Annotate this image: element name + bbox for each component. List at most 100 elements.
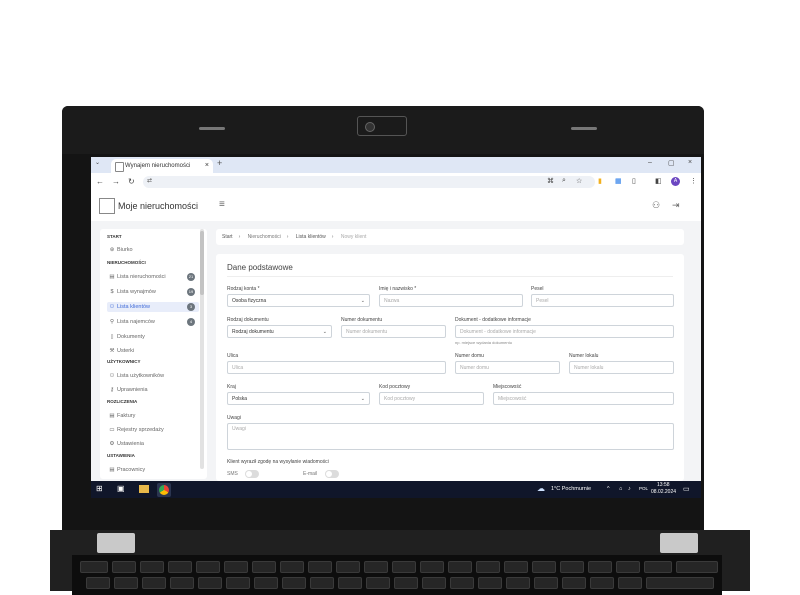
key: [364, 561, 388, 573]
breadcrumb-item[interactable]: Lista klientów: [296, 234, 326, 240]
key: [170, 577, 194, 589]
city-input[interactable]: Miejscowość: [493, 392, 674, 405]
translate-icon[interactable]: ⌘: [547, 177, 554, 185]
sidebar-item-ustawienia[interactable]: ⚙ Ustawienia: [107, 439, 199, 449]
key: [450, 577, 474, 589]
language-indicator[interactable]: POL: [639, 486, 648, 491]
new-tab-button[interactable]: +: [217, 158, 222, 168]
user-account-icon[interactable]: ⚇: [652, 200, 660, 211]
sms-toggle[interactable]: [245, 470, 259, 478]
tray-chevron-icon[interactable]: ^: [607, 486, 610, 492]
key: [142, 577, 166, 589]
sidebar-item-lista-wynajmow[interactable]: $ Lista wynajmów 19: [107, 287, 199, 297]
key: [224, 561, 248, 573]
sidebar-scrollbar-thumb[interactable]: [200, 231, 204, 295]
extension-icon[interactable]: ▮: [598, 177, 602, 185]
extension-icon[interactable]: ▦: [615, 177, 622, 185]
reload-icon[interactable]: ↻: [128, 177, 135, 186]
notes-textarea[interactable]: Uwagi: [227, 423, 674, 450]
latch-left: [199, 127, 225, 130]
user-list-icon: ⚇: [109, 373, 115, 379]
account-type-select[interactable]: Osoba fizyczna ⌄: [227, 294, 370, 307]
tab-close-icon[interactable]: ×: [205, 159, 209, 173]
sidebar-item-dokumenty[interactable]: ▯ Dokumenty: [107, 332, 199, 342]
postcode-input[interactable]: Kod pocztowy: [379, 392, 484, 405]
sidebar-item-usterki[interactable]: ⚒ Usterki: [107, 346, 199, 356]
key: [618, 577, 642, 589]
key: [394, 577, 418, 589]
country-select[interactable]: Polska ⌄: [227, 392, 370, 405]
profile-avatar[interactable]: A: [671, 177, 680, 186]
forward-icon[interactable]: →: [112, 177, 120, 186]
menu-kebab-icon[interactable]: ⋮: [690, 177, 697, 185]
taskbar-active-app[interactable]: [157, 483, 171, 497]
sidebar-item-faktury[interactable]: ▤ Faktury: [107, 411, 199, 421]
close-window-button[interactable]: ×: [688, 159, 692, 166]
volume-icon[interactable]: ♪: [628, 486, 631, 492]
windows-start-icon[interactable]: ⊞: [96, 484, 103, 493]
key: [140, 561, 164, 573]
taskbar: ⊞ ▣ ☁ 1°C Pochmurnie ^ ⌂ ♪ POL 13:58 08.…: [91, 481, 701, 498]
key: [504, 561, 528, 573]
site-info-icon[interactable]: ⇄: [147, 177, 152, 184]
sidebar-item-label: Ustawienia: [117, 441, 144, 447]
zoom-icon[interactable]: ⌕: [562, 177, 566, 185]
sidebar-item-lista-nieruchomosci[interactable]: ▤ Lista nieruchomości 21: [107, 272, 199, 282]
logout-icon[interactable]: ⇥: [672, 200, 680, 211]
breadcrumb-sep: ›: [286, 234, 289, 240]
invoice-icon: ▤: [109, 413, 115, 419]
key: [366, 577, 390, 589]
users-icon: ⚇: [109, 304, 115, 310]
key: [420, 561, 444, 573]
sidepanel-icon[interactable]: ◧: [655, 177, 662, 185]
name-input[interactable]: Nazwa: [379, 294, 523, 307]
sidebar-item-lista-klientow[interactable]: ⚇ Lista klientów 3: [107, 302, 199, 312]
house-no-input[interactable]: Numer domu: [455, 361, 560, 374]
tab-title: Wynajem nieruchomości: [125, 163, 191, 169]
doc-info-input[interactable]: Dokument - dodatkowe informacje: [455, 325, 674, 338]
weather-text[interactable]: 1°C Pochmurnie: [551, 486, 591, 492]
bookmark-star-icon[interactable]: ☆: [576, 177, 582, 185]
address-bar: ← → ↻ ⇄ ⌘ ⌕ ☆ ▮ ▦ ▯ ◧ A ⋮: [91, 173, 701, 192]
street-label: Ulica: [227, 353, 239, 359]
clock-date[interactable]: 08.02.2024: [651, 489, 676, 495]
sidebar-item-lista-najemcow[interactable]: ⚲ Lista najemców 4: [107, 317, 199, 327]
sidebar-section-title: USTAWIENIA: [107, 453, 135, 458]
key: [114, 577, 138, 589]
email-toggle[interactable]: [325, 470, 339, 478]
extensions-puzzle-icon[interactable]: ▯: [632, 177, 636, 185]
breadcrumb-item[interactable]: Start: [222, 234, 233, 240]
wrench-icon: ⚒: [109, 348, 115, 354]
street-input[interactable]: Ulica: [227, 361, 446, 374]
tab-search-icon[interactable]: ⌄: [95, 159, 100, 166]
doc-type-select[interactable]: Rodzaj dokumentu ⌄: [227, 325, 332, 338]
doc-number-input[interactable]: Numer dokumentu: [341, 325, 446, 338]
breadcrumb-item[interactable]: Nieruchomości: [248, 234, 281, 240]
back-icon[interactable]: ←: [96, 177, 104, 186]
key: [86, 577, 110, 589]
maximize-button[interactable]: ▢: [668, 159, 675, 167]
pesel-input[interactable]: Pesel: [531, 294, 674, 307]
browser-tab[interactable]: Wynajem nieruchomości ×: [111, 159, 213, 173]
key: [308, 561, 332, 573]
key: [506, 577, 530, 589]
sidebar-item-lista-uzytkownikow[interactable]: ⚇ Lista użytkowników: [107, 371, 199, 381]
sidebar-item-uprawnienia[interactable]: ⚷ Uprawnienia: [107, 385, 199, 395]
clock-time[interactable]: 13:58: [657, 482, 670, 488]
notifications-icon[interactable]: ▭: [683, 485, 690, 493]
sidebar-item-label: Lista nieruchomości: [117, 274, 166, 280]
sidebar-item-pracownicy[interactable]: ▤ Pracownicy: [107, 465, 199, 475]
minimize-button[interactable]: –: [648, 159, 652, 166]
file-explorer-icon[interactable]: [139, 485, 149, 493]
brand-logo-icon: [99, 198, 115, 214]
url-input[interactable]: ⇄: [143, 176, 595, 188]
account-type-value: Osoba fizyczna: [232, 298, 267, 304]
flat-no-input[interactable]: Numer lokalu: [569, 361, 674, 374]
key: [422, 577, 446, 589]
brand-name[interactable]: Moje nieruchomości: [118, 201, 198, 211]
hamburger-menu-icon[interactable]: ≡: [219, 199, 225, 210]
task-view-icon[interactable]: ▣: [117, 484, 125, 493]
network-icon[interactable]: ⌂: [619, 486, 622, 492]
sidebar-item-rejestry-sprzedazy[interactable]: ▭ Rejestry sprzedaży: [107, 425, 199, 435]
sidebar-item-biurko[interactable]: ⊛ Biurko: [107, 245, 199, 255]
